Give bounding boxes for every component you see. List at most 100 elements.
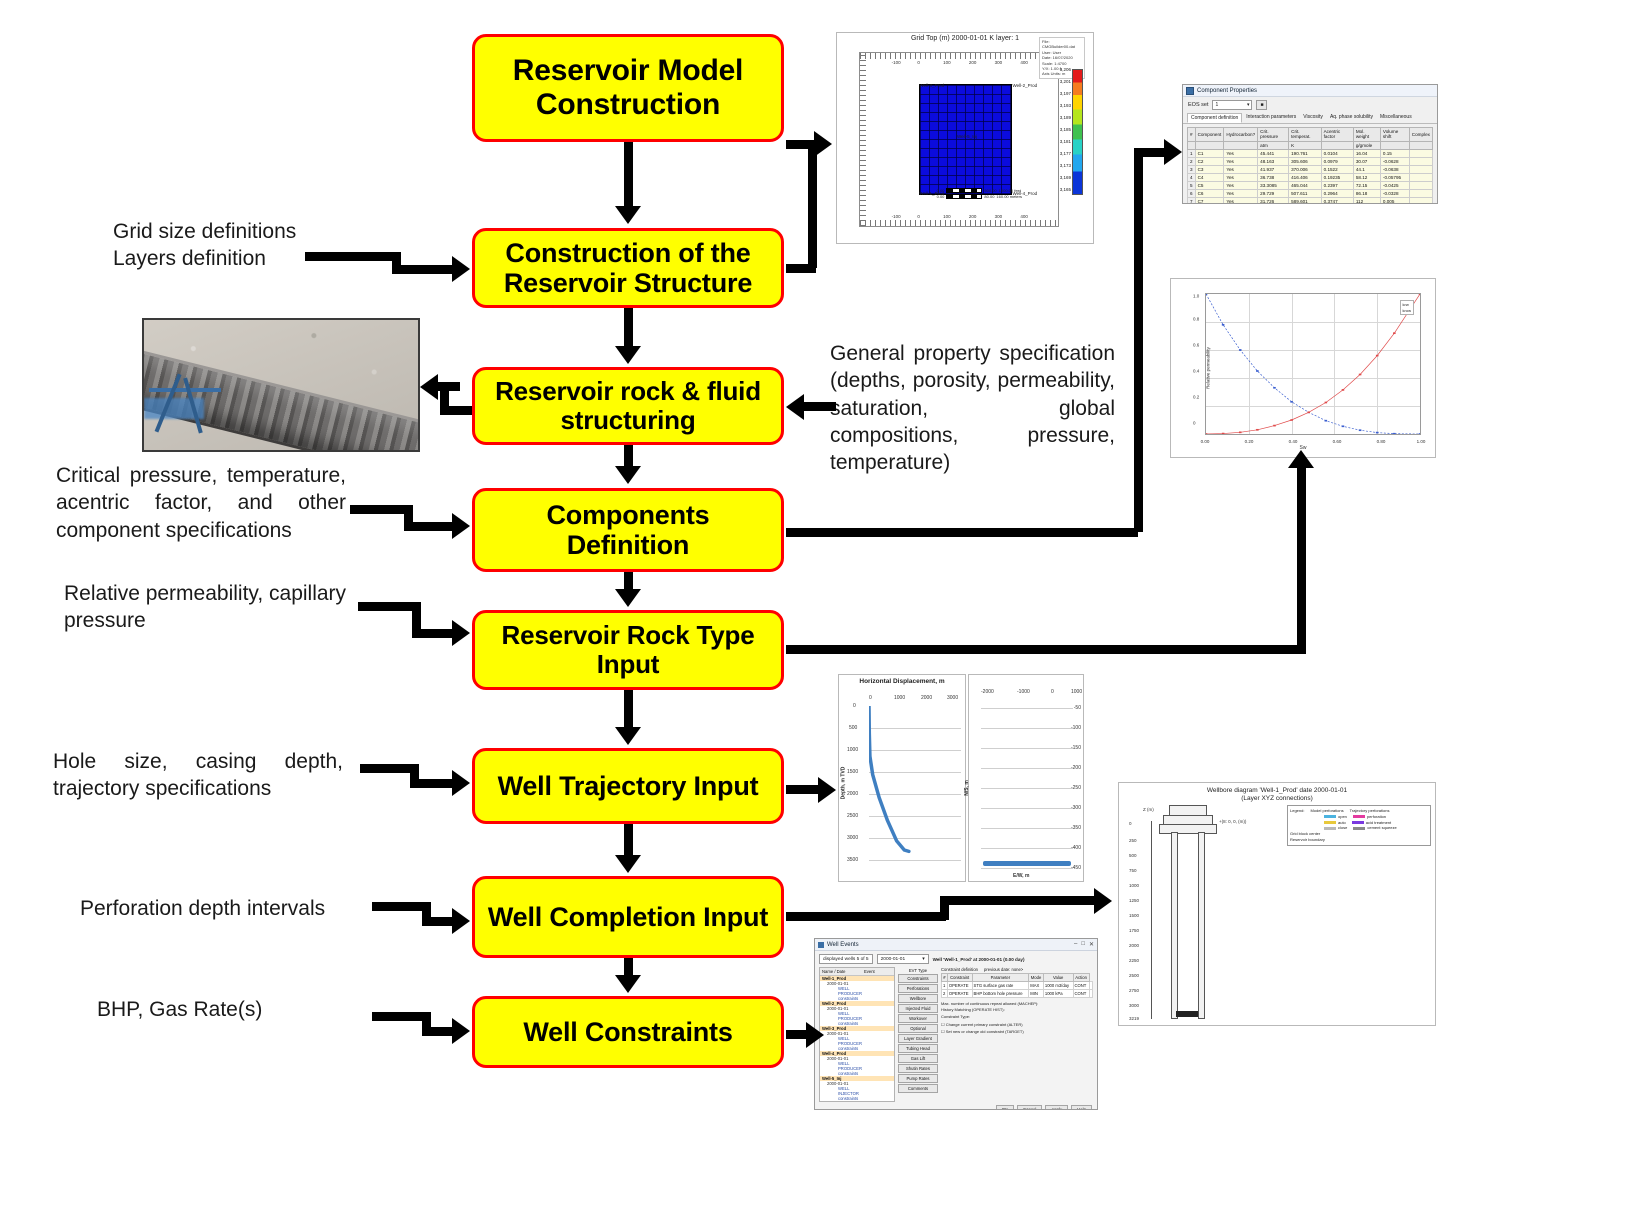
well-events-side-menu[interactable]: EVT Type Constraints Perforations Wellbore…	[898, 967, 938, 1102]
table-cell: 31.726	[1257, 196, 1290, 203]
well-events-header: Well 'Well-1_Prod' at 2000-01-01 (0.00 d…	[932, 956, 1025, 962]
unit-volume-shift	[1379, 140, 1410, 150]
hd-trajectory-curve	[869, 706, 911, 854]
table-row[interactable]: 1 OPERATE STG surface gas rate MAX 1000 m3/d…	[941, 981, 1094, 990]
side-button[interactable]: Perforations	[898, 984, 938, 993]
table-cell: 33.3085	[1257, 180, 1290, 190]
flow-box-well-trajectory-input[interactable]: Well Trajectory Input	[472, 748, 784, 824]
side-button[interactable]: Layer Gradient	[898, 1034, 938, 1043]
wells-list-items[interactable]: Well-1_Prod 2000-01-01 WELL PRODUCER constra…	[820, 976, 894, 1101]
tab-aq-phase-solubility[interactable]: Aq. phase solubility	[1327, 113, 1376, 123]
col-crit-pressure: Crit. pressure	[1257, 127, 1290, 142]
depth-tick: 1750	[1129, 928, 1140, 933]
tab-viscosity[interactable]: Viscosity	[1300, 113, 1326, 123]
hd-ytick: 2500	[847, 813, 859, 819]
table-row[interactable]: 7 C7 Yes 31.726 589.601 0.3747 112 0.005	[1187, 196, 1434, 203]
tab-miscellaneous[interactable]: Miscellaneous	[1377, 113, 1415, 123]
side-button[interactable]: Tubing Head	[898, 1044, 938, 1053]
side-button-list[interactable]: Constraints Perforations Wellbore Injected …	[898, 974, 938, 1093]
side-button[interactable]: Gas Lift	[898, 1054, 938, 1063]
table-row[interactable]: 2 C2 Yes 48.163 305.606 0.0979 30.07 -0.0628	[1187, 156, 1434, 166]
wells-list-panel[interactable]: Name / Date Event Well-1_Prod 2000-01-01 W…	[819, 967, 895, 1102]
apply-button[interactable]: Apply	[1045, 1105, 1069, 1109]
connector-gridsize-h1	[305, 252, 401, 261]
flow-box-components-definition[interactable]: Components Definition	[472, 488, 784, 572]
depth-tick: 500	[1129, 853, 1137, 858]
window-controls[interactable]: – □ ✕	[1074, 941, 1094, 948]
close-icon[interactable]: ✕	[1089, 941, 1094, 948]
grid-map-ruler-top	[860, 53, 1058, 59]
constraints-table[interactable]: # Constraint Parameter Mode Value Action…	[941, 973, 1094, 998]
relperm-xtick: 0.40	[1288, 439, 1298, 444]
table-cell: 0.19235	[1320, 172, 1354, 182]
table-row[interactable]: 1 C1 Yes 45.441 190.761 0.0104 16.04 0.15	[1187, 148, 1434, 158]
relperm-marker	[1273, 424, 1276, 427]
eos-edit-button[interactable]: ■	[1256, 100, 1268, 110]
connector-box4-box5	[624, 690, 633, 730]
flow-box-reservoir-rock-type-input[interactable]: Reservoir Rock Type Input	[472, 610, 784, 690]
minimize-icon[interactable]: –	[1074, 941, 1077, 948]
checkbox-set-new[interactable]: ☐	[941, 1029, 945, 1034]
connector-box1-gridmap-v	[808, 140, 817, 268]
flow-box-well-constraints[interactable]: Well Constraints	[472, 996, 784, 1068]
displayed-wells-filter[interactable]: displayed wells 5 of 5	[819, 954, 873, 964]
table-row[interactable]: 6 C6 Yes 29.729 507.611 0.2964 86.18 -0.0328	[1187, 188, 1434, 198]
table-cell: OPERATE	[946, 981, 973, 990]
table-row[interactable]: 3 C3 Yes 41.937 370.006 0.1522 44.1 -0.0638	[1187, 164, 1434, 174]
table-cell: 3	[1187, 164, 1196, 174]
comp-tabs[interactable]: Component definition Interaction paramet…	[1183, 113, 1437, 124]
well-event-item[interactable]: constraints	[820, 1096, 894, 1101]
table-cell: 0.005	[1379, 196, 1410, 203]
hd-ytick: 2000	[847, 791, 859, 797]
connector-box0-box1	[624, 142, 633, 210]
eos-select[interactable]: 1 ▾	[1212, 100, 1253, 110]
horizontal-displacement-plot[interactable]: Horizontal Displacement, m 0 1000 2000 3…	[838, 674, 966, 882]
flow-box-construction-reservoir-structure[interactable]: Construction of the Reservoir Structure	[472, 228, 784, 308]
wellbore-title-line2: (Layer XYZ connections)	[1241, 795, 1313, 803]
table-cell: -0.05795	[1379, 172, 1410, 182]
cancel-button[interactable]: Cancel	[1017, 1105, 1043, 1109]
wellbore-diagram[interactable]: Wellbore diagram 'Well-1_Prod' date 2000…	[1118, 782, 1436, 1026]
ok-button[interactable]: OK	[995, 1105, 1015, 1109]
side-button[interactable]: Constraints	[898, 974, 938, 983]
date-value: 2000-01-01	[880, 956, 906, 962]
legend-cement-squeeze: cement squeeze	[1367, 825, 1397, 831]
scalebar-seg	[946, 188, 983, 193]
flow-box-well-completion-input[interactable]: Well Completion Input	[472, 876, 784, 958]
date-select[interactable]: 2000-01-01 ▾	[876, 954, 929, 964]
plan-view-trajectory-plot[interactable]: -2000 -1000 0 1000 N/S, m -50 -100 -150 …	[964, 674, 1084, 882]
component-properties-table[interactable]: # Component Hydrocarbon? Crit. pressure …	[1187, 127, 1434, 203]
table-row[interactable]: 2 OPERATE BHP bottom hole pressure MIN 1000 …	[941, 989, 1094, 998]
table-cell: OPERATE	[946, 989, 973, 998]
table-row[interactable]: 5 C5 Yes 33.3085 465.044 0.2397 72.15 -0.0425	[1187, 180, 1434, 190]
tab-interaction-parameters[interactable]: Interaction parameters	[1243, 113, 1299, 123]
maximize-icon[interactable]: □	[1081, 941, 1085, 948]
side-button[interactable]: Pump Rates	[898, 1074, 938, 1083]
component-table-body[interactable]: 1 C1 Yes 45.441 190.761 0.0104 16.04 0.15 2 C2 Yes…	[1187, 148, 1434, 203]
well-events-footer[interactable]: OK Cancel Apply Help	[815, 1102, 1097, 1109]
table-cell: C1	[1194, 148, 1225, 158]
side-button[interactable]: Wellbore	[898, 994, 938, 1003]
side-button[interactable]: Optional	[898, 1024, 938, 1033]
side-button[interactable]: Comments	[898, 1084, 938, 1093]
legend-close: close	[1338, 825, 1348, 831]
constraints-table-body[interactable]: 1 OPERATE STG surface gas rate MAX 1000 m3/d…	[941, 981, 1094, 998]
help-button[interactable]: Help	[1071, 1105, 1092, 1109]
component-properties-window[interactable]: Component Properties EOS set 1 ▾ ■ Compo…	[1182, 84, 1438, 204]
grid-top-map-screenshot[interactable]: Grid Top (m) 2000-01-01 K layer: 1 -100 …	[836, 32, 1094, 244]
flow-box-reservoir-rock-fluid-structuring[interactable]: Reservoir rock & fluid structuring	[472, 367, 784, 445]
side-button[interactable]: Injected Fluid	[898, 1004, 938, 1013]
side-button[interactable]: Shutin Rates	[898, 1064, 938, 1073]
well-events-dialog[interactable]: Well Events – □ ✕ displayed wells 5 of 5…	[814, 938, 1098, 1110]
relative-permeability-chart[interactable]: krw krow Relative permeability Sw 0.00 0…	[1170, 278, 1436, 458]
flow-box-reservoir-model-construction[interactable]: Reservoir Model Construction	[472, 34, 784, 142]
table-row[interactable]: 4 C4 Yes 36.738 416.406 0.19235 58.12 -0.05795	[1187, 172, 1434, 182]
legend-open: open	[1338, 813, 1347, 819]
checkbox-change-primary[interactable]: ☐	[941, 1022, 945, 1027]
side-button[interactable]: Workover	[898, 1014, 938, 1023]
casing-string-right	[1198, 832, 1205, 1019]
workflow-diagram: Reservoir Model Construction Constructio…	[0, 0, 1636, 1206]
tab-component-definition[interactable]: Component definition	[1187, 113, 1243, 123]
constraints-panel[interactable]: Constraint definition previous date: non…	[941, 967, 1094, 1102]
well-events-toolbar[interactable]: displayed wells 5 of 5 2000-01-01 ▾ Well…	[815, 951, 1097, 967]
